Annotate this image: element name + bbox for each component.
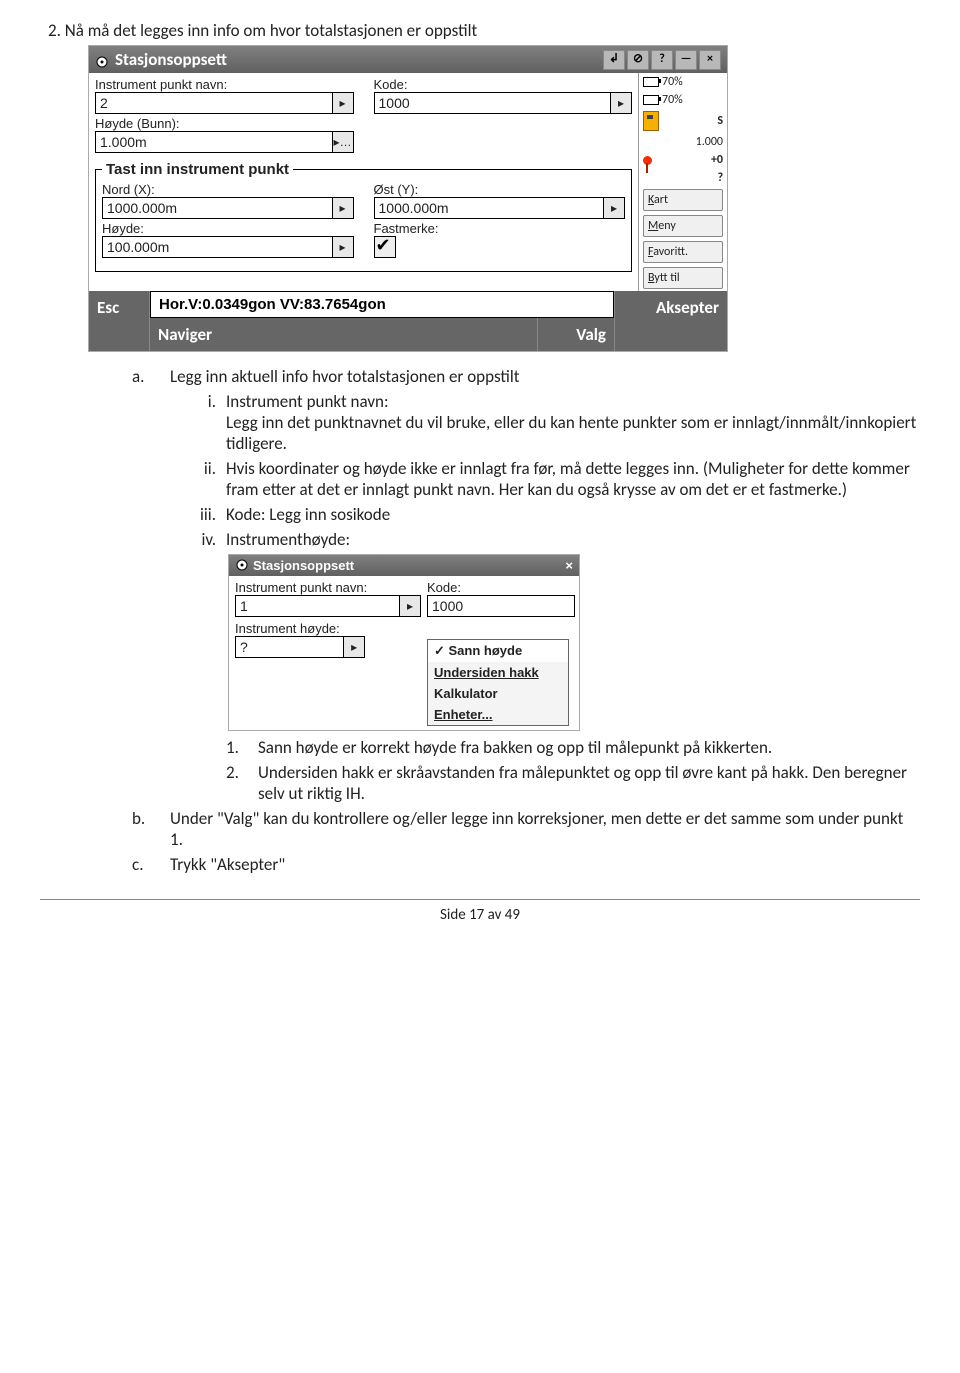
- kode-input[interactable]: 1000: [427, 595, 575, 616]
- kode-label: Kode:: [427, 580, 575, 595]
- battery-icon: [643, 95, 659, 105]
- esc-button[interactable]: Esc: [89, 291, 150, 351]
- marker-iv: iv.: [186, 529, 216, 550]
- item-a-text: Legg inn aktuell info hvor totalstasjone…: [170, 366, 519, 387]
- marker-2: 2.: [226, 762, 248, 804]
- heading-2: 2. Nå må det legges inn info om hvor tot…: [48, 20, 920, 41]
- marker-1: 1.: [226, 737, 248, 758]
- ost-label: Øst (Y):: [374, 182, 626, 197]
- s-label: S: [717, 114, 723, 128]
- dropdown-icon[interactable]: ▸: [333, 197, 354, 219]
- tast-inn-group: Tast inn instrument punkt Nord (X): 1000…: [95, 161, 632, 272]
- page-separator: [40, 899, 920, 900]
- marker-i: i.: [186, 391, 216, 454]
- dropdown-icon[interactable]: ▸: [333, 236, 354, 258]
- item-iii-text: Kode: Legg inn sosikode: [226, 504, 390, 525]
- group-legend: Tast inn instrument punkt: [102, 161, 293, 178]
- menu-enheter[interactable]: Enheter...: [428, 704, 568, 725]
- kode-label: Kode:: [374, 77, 633, 92]
- fastmerke-label: Fastmerke:: [374, 221, 626, 236]
- nord-label: Nord (X):: [102, 182, 354, 197]
- dropdown-icon[interactable]: ▸: [344, 636, 365, 658]
- menu-sann-hoyde[interactable]: ✓ Sann høyde: [428, 640, 568, 662]
- minimize-icon[interactable]: —: [675, 50, 697, 70]
- screenshot-stasjonsoppsett-mini: Stasjonsoppsett × Instrument punkt navn:…: [228, 554, 580, 731]
- instr-punkt-navn-input[interactable]: 2: [95, 92, 333, 114]
- app-icon: [235, 558, 249, 572]
- app-icon: [95, 53, 109, 67]
- instr-punkt-navn-input[interactable]: 1: [235, 595, 400, 617]
- hoyde-bunn-input[interactable]: 1.000m: [95, 131, 333, 153]
- no-entry-icon[interactable]: ⊘: [627, 50, 649, 70]
- dropdown-icon[interactable]: ▸: [400, 595, 421, 617]
- menu-kalkulator[interactable]: Kalkulator: [428, 683, 568, 704]
- marker-a: a.: [132, 366, 154, 387]
- help-icon[interactable]: ?: [651, 50, 673, 70]
- hoyde-bunn-label: Høyde (Bunn):: [95, 116, 354, 131]
- kart-button[interactable]: Kart: [643, 189, 723, 211]
- favoritt-button[interactable]: Favoritt.: [643, 241, 723, 263]
- close-icon[interactable]: ×: [699, 50, 721, 70]
- item-ii-text: Hvis koordinater og høyde ikke er innlag…: [226, 458, 920, 500]
- aksepter-button[interactable]: Aksepter: [615, 291, 727, 351]
- hoyde-input[interactable]: 100.000m: [102, 236, 333, 258]
- item-2-text: Undersiden hakk er skråavstanden fra mål…: [258, 762, 920, 804]
- fastmerke-checkbox[interactable]: [374, 236, 396, 258]
- side-panel: 70% 70% S 1.000 +0 ? Kart Meny Favoritt.…: [638, 73, 727, 291]
- window-titlebar: Stasjonsoppsett ↲ ⊘ ? — ×: [89, 46, 727, 73]
- battery-icon: [643, 77, 659, 87]
- item-iv-text: Instrumenthøyde:: [226, 529, 350, 550]
- item-c-text: Trykk "Aksepter": [170, 854, 285, 875]
- battery-1-value: 70%: [662, 75, 683, 89]
- window-title: Stasjonsoppsett: [253, 558, 354, 573]
- marker-ii: ii.: [186, 458, 216, 500]
- item-1-text: Sann høyde er korrekt høyde fra bakken o…: [258, 737, 772, 758]
- instrument-hoyde-label: Instrument høyde:: [235, 621, 421, 636]
- page-number: Side 17 av 49: [40, 906, 920, 924]
- hoyde-label: Høyde:: [102, 221, 354, 236]
- marker-iii: iii.: [186, 504, 216, 525]
- bytt-til-button[interactable]: Bytt til: [643, 267, 723, 289]
- naviger-button[interactable]: Naviger: [150, 318, 537, 351]
- kode-input[interactable]: 1000: [374, 92, 612, 114]
- question-icon: ?: [717, 171, 723, 185]
- dropdown-icon[interactable]: ▸: [333, 92, 354, 114]
- item-i-text: Instrument punkt navn: Legg inn det punk…: [226, 391, 920, 454]
- status-bar: Hor.V:0.0349gon VV:83.7654gon: [150, 291, 614, 318]
- ost-input[interactable]: 1000.000m: [374, 197, 605, 219]
- dropdown-icon[interactable]: ▸: [611, 92, 632, 114]
- instrument-icon: [643, 111, 659, 131]
- marker-icon: [643, 156, 652, 165]
- s-value: 1.000: [696, 135, 723, 149]
- context-menu: ✓ Sann høyde Undersiden hakk Kalkulator …: [427, 639, 569, 726]
- nord-input[interactable]: 1000.000m: [102, 197, 333, 219]
- window-title: Stasjonsoppsett: [115, 49, 227, 70]
- battery-2-value: 70%: [662, 93, 683, 107]
- marker-b: b.: [132, 808, 154, 850]
- screenshot-stasjonsoppsett-full: Stasjonsoppsett ↲ ⊘ ? — × Instrument pun…: [88, 45, 728, 352]
- marker-c: c.: [132, 854, 154, 875]
- menu-undersiden-hakk[interactable]: Undersiden hakk: [428, 662, 568, 683]
- close-icon[interactable]: ×: [565, 558, 573, 573]
- instrument-hoyde-input[interactable]: ?: [235, 636, 344, 658]
- more-icon[interactable]: ▸…: [333, 131, 354, 153]
- item-b-text: Under "Valg" kan du kontrollere og/eller…: [170, 808, 920, 850]
- instr-punkt-navn-label: Instrument punkt navn:: [95, 77, 354, 92]
- dropdown-icon[interactable]: ▸: [604, 197, 625, 219]
- enter-icon[interactable]: ↲: [603, 50, 625, 70]
- valg-button[interactable]: Valg: [537, 318, 614, 351]
- offset-value: +0: [711, 153, 723, 167]
- meny-button[interactable]: Meny: [643, 215, 723, 237]
- instr-punkt-navn-label: Instrument punkt navn:: [235, 580, 421, 595]
